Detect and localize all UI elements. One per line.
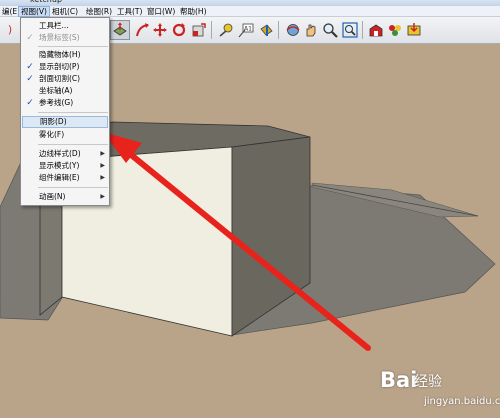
baidu-jingyan-watermark: Bai 经验 jingyan.baidu.com: [380, 368, 500, 414]
menu-bar: 编(E) 视图(V) 相机(C) 绘图(R) 工具(T) 窗口(W) 帮助(H): [0, 6, 500, 17]
menu-item-label: 场景标签(S): [39, 33, 80, 42]
view-menu-dropdown: 工具栏... ✓ 场景标签(S) 隐藏物体(H) ✓ 显示剖切(P) ✓ 剖面切…: [20, 17, 110, 206]
menu-item-label: 剖面切割(C): [39, 74, 81, 83]
scale-icon[interactable]: [189, 20, 209, 40]
toolbar-separator: [211, 21, 212, 39]
menu-window[interactable]: 窗口(W): [145, 6, 177, 17]
menu-item-label: 显示模式(Y): [39, 161, 80, 170]
checkmark-icon: ✓: [26, 33, 34, 43]
components-icon[interactable]: [385, 20, 405, 40]
menu-item-shadows[interactable]: 阴影(D): [22, 116, 108, 128]
menu-item-label: 雾化(F): [39, 130, 65, 139]
move-icon[interactable]: [132, 20, 152, 40]
tape-measure-icon[interactable]: [216, 20, 236, 40]
menu-separator: [38, 46, 108, 47]
menu-item-label: 显示剖切(P): [39, 62, 80, 71]
menu-view[interactable]: 视图(V): [18, 6, 50, 17]
menu-separator: [38, 112, 108, 113]
hand-icon[interactable]: [301, 20, 321, 40]
toolbar-separator: [362, 21, 363, 39]
menu-item-label: 隐藏物体(H): [39, 50, 81, 59]
menu-separator: [38, 144, 108, 145]
submenu-arrow-icon: ▶: [100, 162, 105, 169]
menu-item-scene-tabs: ✓ 场景标签(S): [22, 32, 108, 44]
menu-item-animation[interactable]: 动画(N) ▶: [22, 191, 108, 203]
menu-item-edge-style[interactable]: 边线样式(D) ▶: [22, 148, 108, 160]
menu-item-component-edit[interactable]: 组件编辑(E) ▶: [22, 172, 108, 184]
orbit-icon[interactable]: [283, 20, 303, 40]
watermark-brand-suffix: 经验: [414, 374, 442, 390]
checkmark-icon: ✓: [26, 62, 34, 72]
menu-separator: [38, 187, 108, 188]
menu-camera[interactable]: 相机(C): [50, 6, 80, 17]
submenu-arrow-icon: ▶: [100, 193, 105, 200]
menu-item-face-style[interactable]: 显示模式(Y) ▶: [22, 160, 108, 172]
menu-item-axes[interactable]: 坐标轴(A): [22, 85, 108, 97]
text-icon[interactable]: A1: [236, 20, 256, 40]
svg-text:A1: A1: [244, 26, 252, 33]
zoom-icon[interactable]: [320, 20, 340, 40]
menu-help[interactable]: 帮助(H): [178, 6, 209, 17]
menu-item-label: 边线样式(D): [39, 149, 81, 158]
menu-item-label: 动画(N): [39, 192, 66, 201]
menu-item-label: 参考线(G): [39, 98, 74, 107]
menu-item-toolbars[interactable]: 工具栏...: [22, 20, 108, 32]
menu-item-label: 坐标轴(A): [39, 86, 73, 95]
menu-item-label: 阴影(D): [40, 117, 67, 126]
pencil-icon-partial[interactable]: ): [0, 20, 20, 40]
zoom-extents-icon[interactable]: [340, 20, 360, 40]
checkmark-icon: ✓: [26, 98, 34, 108]
menu-item-section-planes[interactable]: ✓ 显示剖切(P): [22, 61, 108, 73]
toolbar-separator: [278, 21, 279, 39]
warehouse-icon[interactable]: [366, 20, 386, 40]
push-pull-icon[interactable]: [110, 20, 130, 40]
submenu-arrow-icon: ▶: [100, 174, 105, 181]
watermark-url: jingyan.baidu.com: [424, 396, 500, 407]
send-icon[interactable]: [404, 20, 424, 40]
menu-item-guides[interactable]: ✓ 参考线(G): [22, 97, 108, 109]
window-title: ketchup: [30, 0, 62, 4]
menu-item-section-cuts[interactable]: ✓ 剖面切割(C): [22, 73, 108, 85]
menu-tools[interactable]: 工具(T): [115, 6, 144, 17]
menu-item-fog[interactable]: 雾化(F): [22, 129, 108, 141]
menu-item-label: 工具栏...: [39, 21, 69, 30]
pan-icon[interactable]: [150, 20, 170, 40]
watermark-brand: Bai: [380, 368, 418, 392]
menu-draw[interactable]: 绘图(R): [84, 6, 114, 17]
menu-item-label: 组件编辑(E): [39, 173, 80, 182]
rotate-icon[interactable]: [169, 20, 189, 40]
submenu-arrow-icon: ▶: [100, 150, 105, 157]
menu-item-hidden-geometry[interactable]: 隐藏物体(H): [22, 49, 108, 61]
checkmark-icon: ✓: [26, 74, 34, 84]
paint-bucket-icon[interactable]: [256, 20, 276, 40]
